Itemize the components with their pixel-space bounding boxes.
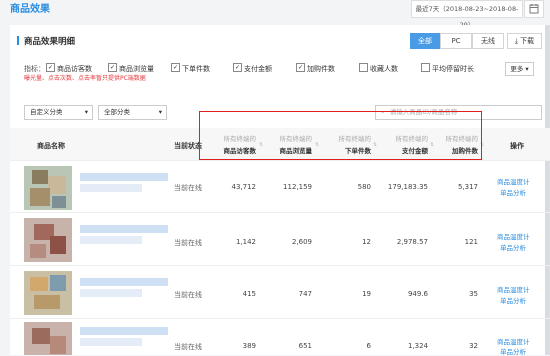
product-name[interactable] [80, 225, 168, 233]
more-button[interactable]: 更多 ▾ [505, 62, 534, 76]
checkbox-label: 收藏人数 [370, 65, 398, 73]
row-orders: 19 [362, 290, 371, 298]
product-subtitle [80, 236, 142, 244]
product-image [24, 271, 72, 315]
row-cart: 121 [464, 238, 478, 246]
single-analysis-link[interactable]: 单品分析 [500, 242, 526, 252]
checkbox-label: 平均停留时长 [432, 65, 474, 73]
checkbox-cart[interactable]: ✓ [296, 63, 305, 72]
tab-wireless[interactable]: 无线 [472, 33, 504, 49]
checkbox-label: 支付金额 [244, 65, 272, 73]
thermometer-link[interactable]: 商品温度计 [497, 231, 530, 241]
chevron-down-icon: ▾ [84, 108, 88, 116]
row-views: 2,609 [291, 238, 312, 246]
scrollbar[interactable] [545, 25, 550, 355]
product-thumbnail[interactable] [24, 218, 72, 262]
calendar-icon [529, 4, 539, 14]
row-divider [10, 318, 550, 319]
checkbox-label: 下单件数 [182, 65, 210, 73]
row-visitors: 43,712 [231, 183, 257, 191]
product-thumbnail[interactable] [24, 322, 72, 355]
product-image [24, 218, 72, 262]
row-divider [10, 212, 550, 213]
calendar-button[interactable] [524, 0, 544, 18]
data-note: 曝光量、点击次数、点击率暂只提供PC端数据 [24, 75, 146, 82]
more-label: 更多 [510, 65, 524, 73]
card-title-accent [17, 36, 19, 45]
row-cart: 5,317 [457, 183, 478, 191]
row-views: 747 [298, 290, 312, 298]
col-header-op: 操作 [510, 142, 524, 150]
product-name[interactable] [80, 173, 168, 181]
row-divider [10, 160, 550, 161]
thermometer-link[interactable]: 商品温度计 [497, 336, 530, 346]
row-cart: 32 [469, 342, 478, 350]
checkbox-favorites[interactable] [359, 63, 368, 72]
checkbox-orders[interactable]: ✓ [171, 63, 180, 72]
row-views: 112,159 [283, 183, 312, 191]
row-cart: 35 [469, 290, 478, 298]
highlight-box [199, 111, 482, 160]
page-title: 商品效果 [10, 4, 50, 15]
product-image [24, 166, 72, 210]
thermometer-link[interactable]: 商品温度计 [497, 176, 530, 186]
row-orders: 580 [357, 183, 371, 191]
tab-all[interactable]: 全部 [410, 33, 440, 49]
product-image [24, 322, 72, 355]
select-value: 自定义分类 [30, 108, 63, 116]
product-thumbnail[interactable] [24, 166, 72, 210]
all-category-select[interactable]: 全部分类 ▾ [98, 105, 167, 120]
checkbox-avg-stay[interactable] [421, 63, 430, 72]
checkbox-visitors[interactable]: ✓ [46, 63, 55, 72]
product-subtitle [80, 184, 142, 192]
row-visitors: 415 [242, 290, 256, 298]
download-button[interactable]: ⤓ 下载 [507, 33, 542, 49]
tab-pc[interactable]: PC [440, 33, 472, 49]
chevron-down-icon: ▾ [525, 65, 529, 73]
date-range-picker[interactable]: 最近7天（2018-08-23~2018-08-29） [411, 0, 523, 29]
product-name[interactable] [80, 327, 168, 335]
single-analysis-link[interactable]: 单品分析 [500, 187, 526, 197]
checkbox-label: 加购件数 [307, 65, 335, 73]
product-subtitle [80, 338, 142, 346]
product-thumbnail[interactable] [24, 271, 72, 315]
row-visitors: 389 [242, 342, 256, 350]
row-visitors: 1,142 [235, 238, 256, 246]
checkbox-views[interactable]: ✓ [108, 63, 117, 72]
custom-category-select[interactable]: 自定义分类 ▾ [24, 105, 93, 120]
download-icon: ⤓ [514, 37, 518, 45]
product-subtitle [80, 289, 142, 297]
row-divider [10, 265, 550, 266]
single-analysis-link[interactable]: 单品分析 [500, 295, 526, 305]
checkbox-payment[interactable]: ✓ [233, 63, 242, 72]
row-orders: 6 [366, 342, 371, 350]
row-orders: 12 [362, 238, 371, 246]
chevron-down-icon: ▾ [158, 108, 162, 116]
download-label: 下载 [520, 37, 535, 45]
row-views: 651 [298, 342, 312, 350]
product-name[interactable] [80, 278, 168, 286]
card-title: 商品效果明细 [24, 37, 76, 47]
col-header-name: 商品名称 [37, 142, 65, 150]
select-value: 全部分类 [104, 108, 130, 116]
thermometer-link[interactable]: 商品温度计 [497, 284, 530, 294]
